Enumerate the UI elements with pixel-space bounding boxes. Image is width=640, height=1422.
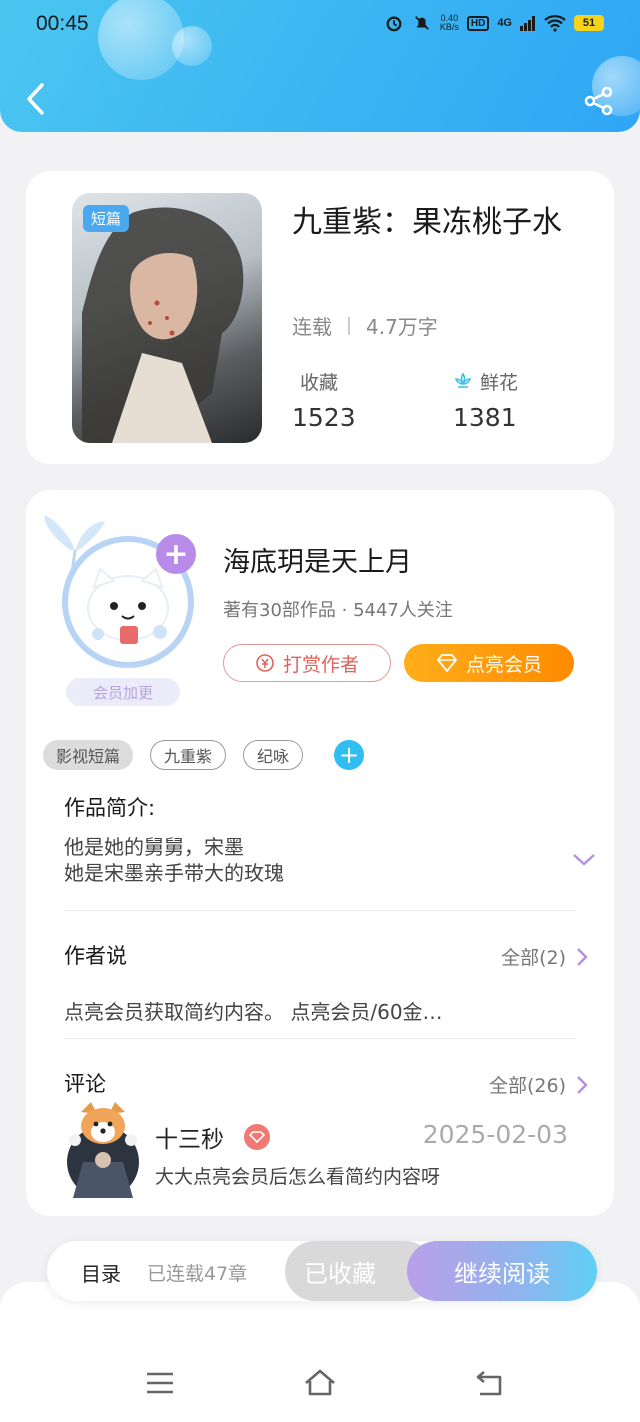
- book-title: 九重紫：果冻桃子水: [292, 205, 562, 240]
- add-tag-button[interactable]: +: [334, 740, 365, 770]
- commenter-avatar[interactable]: [63, 1100, 153, 1200]
- author-say-title: 作者说: [64, 944, 127, 968]
- author-say-more[interactable]: 全部(2): [501, 943, 588, 970]
- intro-text: 他是她的舅舅，宋墨 她是宋墨亲手带大的玫瑰: [64, 835, 284, 885]
- battery-indicator: 51: [574, 15, 604, 31]
- author-avatar[interactable]: + 会员加更: [40, 510, 200, 710]
- diamond-icon: [436, 654, 458, 672]
- status-bar: 00:45 0.40 KB/s HD 4G 51: [36, 10, 604, 40]
- status-time: 00:45: [36, 12, 89, 35]
- author-name[interactable]: 海底玥是天上月: [223, 540, 412, 579]
- flower-label[interactable]: 鲜花: [452, 368, 518, 395]
- menu-icon[interactable]: [145, 1368, 175, 1398]
- tag-item[interactable]: 纪咏: [243, 740, 304, 770]
- tag-list: 影视短篇 九重紫 纪咏 +: [43, 740, 365, 770]
- fav-count: 1523: [292, 403, 356, 432]
- comment-date: 2025-02-03: [422, 1120, 568, 1149]
- chapter-count: 已连载47章: [147, 1263, 248, 1285]
- flower-count: 1381: [453, 403, 517, 432]
- bottom-panel: [0, 1282, 640, 1422]
- comments-title: 评论: [64, 1072, 106, 1096]
- details-card: + 会员加更 海底玥是天上月 著有30部作品 · 5447人关注 打赏作者 点亮…: [26, 490, 614, 1216]
- coin-icon: [256, 654, 274, 672]
- tag-item[interactable]: 九重紫: [150, 740, 227, 770]
- comment-text: 大大点亮会员后怎么看简约内容呀: [155, 1166, 441, 1188]
- flower-icon: [454, 372, 472, 388]
- member-tag: 会员加更: [66, 678, 180, 706]
- commenter-name[interactable]: 十三秒: [155, 1120, 270, 1154]
- intro-title: 作品简介:: [64, 796, 156, 820]
- home-icon[interactable]: [303, 1368, 337, 1398]
- chevron-right-icon: [577, 947, 588, 966]
- back-nav-icon[interactable]: [474, 1368, 504, 1398]
- divider: [348, 316, 350, 335]
- tag-item[interactable]: 影视短篇: [43, 740, 134, 770]
- share-icon[interactable]: [584, 86, 614, 116]
- author-meta: 著有30部作品 · 5447人关注: [223, 600, 453, 621]
- follow-plus-button[interactable]: +: [156, 534, 196, 574]
- expand-chevron-icon[interactable]: [572, 853, 596, 867]
- divider: [64, 1038, 576, 1039]
- cover-tag: 短篇: [83, 205, 130, 232]
- vip-badge-icon: [244, 1124, 270, 1150]
- tip-author-button[interactable]: 打赏作者: [223, 644, 391, 682]
- alarm-icon: [386, 16, 402, 32]
- book-status-row: 连载 4.7万字: [292, 311, 438, 340]
- network-speed: 0.40 KB/s: [439, 13, 459, 32]
- mute-bell-icon: [414, 16, 429, 30]
- network-type: 4G: [497, 17, 512, 29]
- header: 00:45 0.40 KB/s HD 4G 51: [0, 0, 640, 132]
- fav-label: 收藏: [300, 372, 339, 394]
- chevron-right-icon: [577, 1075, 588, 1094]
- book-status: 连载: [292, 315, 332, 339]
- vip-button[interactable]: 点亮会员: [404, 644, 574, 682]
- continue-reading-button[interactable]: 继续阅读: [407, 1241, 597, 1301]
- directory-button[interactable]: 目录: [81, 1258, 121, 1287]
- signal-icon: [520, 16, 535, 31]
- book-info-card: 短篇 九重紫：果冻桃子水 连载 4.7万字 收藏 1523 鲜花 1381: [26, 171, 614, 464]
- hd-badge: HD: [466, 15, 490, 31]
- divider: [64, 910, 576, 911]
- comments-more[interactable]: 全部(26): [489, 1071, 588, 1098]
- book-cover[interactable]: 短篇: [72, 193, 262, 443]
- bottom-action-bar: 目录 已连载47章 已收藏 继续阅读: [47, 1241, 597, 1301]
- back-arrow-icon[interactable]: [24, 82, 48, 116]
- wifi-icon: [544, 15, 566, 32]
- book-word-count: 4.7万字: [366, 315, 438, 339]
- author-say-text: 点亮会员获取简约内容。 点亮会员/60金…: [64, 1000, 443, 1024]
